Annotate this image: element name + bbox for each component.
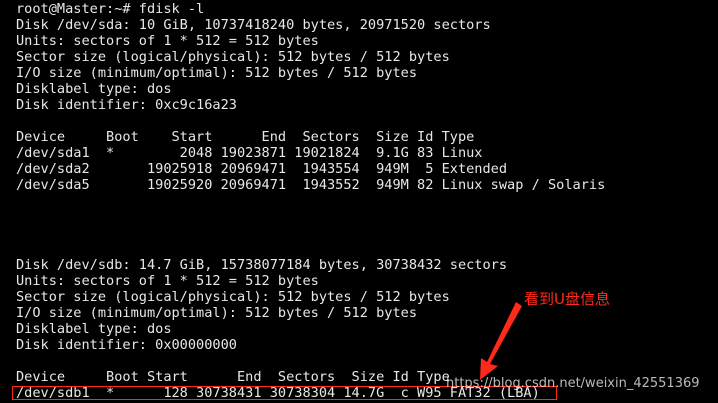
terminal-line-partition: /dev/sda5 19025920 20969471 1943552 949M… [16,177,606,193]
terminal-line-partition: /dev/sda2 19025918 20969471 1943554 949M… [16,161,508,177]
terminal-line: Sector size (logical/physical): 512 byte… [16,49,450,65]
annotation-label: 看到U盘信息 [524,290,610,308]
terminal-line-table-header: Device Boot Start End Sectors Size Id Ty… [16,369,450,385]
terminal-line-partition: /dev/sda1 * 2048 19023871 19021824 9.1G … [16,145,483,161]
terminal-line: Disk identifier: 0x00000000 [16,337,237,353]
terminal-line: I/O size (minimum/optimal): 512 bytes / … [16,65,418,81]
terminal-line: Disklabel type: dos [16,321,172,337]
terminal-line: I/O size (minimum/optimal): 512 bytes / … [16,305,418,321]
terminal-line: Disk /dev/sda: 10 GiB, 10737418240 bytes… [16,17,491,33]
terminal-window[interactable]: root@Master:~# fdisk -l Disk /dev/sda: 1… [0,0,718,403]
terminal-line-table-header: Device Boot Start End Sectors Size Id Ty… [16,129,475,145]
terminal-line: Units: sectors of 1 * 512 = 512 bytes [16,33,319,49]
terminal-line-prompt: root@Master:~# fdisk -l [16,1,205,17]
terminal-line: Sector size (logical/physical): 512 byte… [16,289,450,305]
terminal-line: Units: sectors of 1 * 512 = 512 bytes [16,273,319,289]
watermark: https://blog.csdn.net/weixin_42551369 [446,376,700,391]
annotation-arrow-icon [480,302,522,380]
terminal-line: Disk identifier: 0xc9c16a23 [16,97,237,113]
terminal-line: Disklabel type: dos [16,81,172,97]
terminal-line: Disk /dev/sdb: 14.7 GiB, 15738077184 byt… [16,257,508,273]
